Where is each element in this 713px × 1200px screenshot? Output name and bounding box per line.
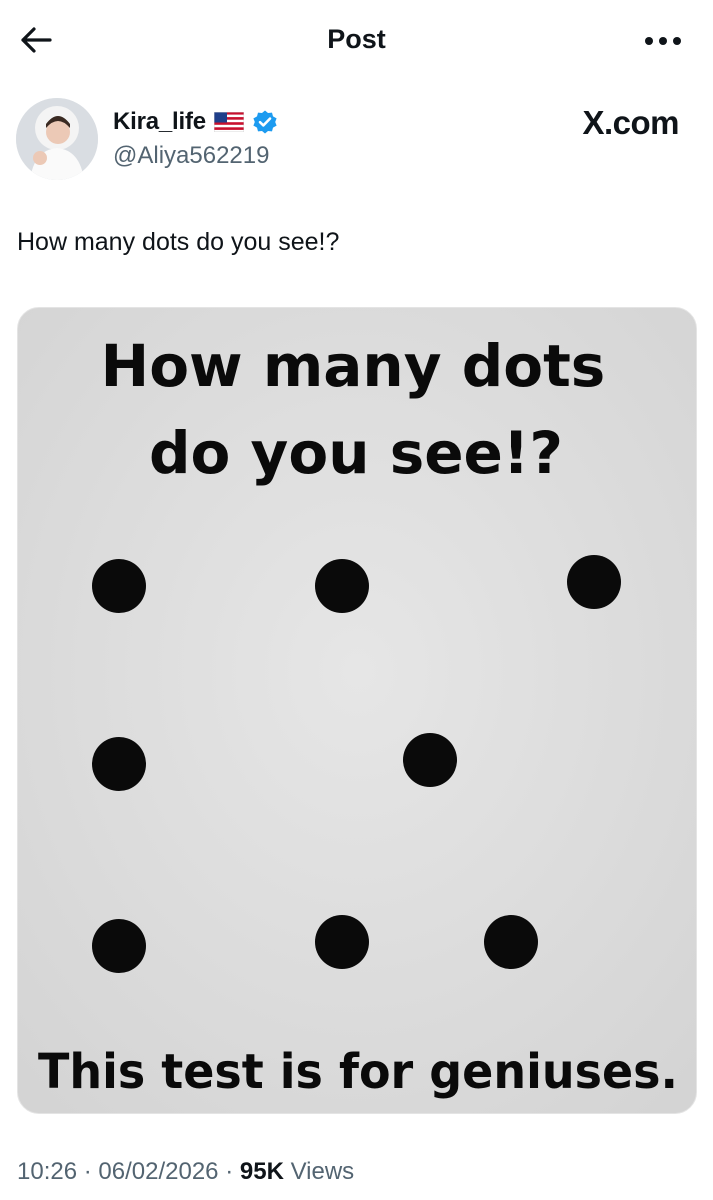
avatar-photo <box>16 98 98 180</box>
post-text: How many dots do you see!? <box>17 228 340 256</box>
us-flag-icon <box>213 112 244 132</box>
views-label: Views <box>290 1158 355 1185</box>
post-time[interactable]: 10:26 <box>17 1158 77 1185</box>
image-footer-text: This test is for geniuses. <box>38 1044 678 1100</box>
avatar[interactable] <box>16 98 98 180</box>
image-heading-line2: do you see!? <box>149 419 563 487</box>
author-handle[interactable]: @Aliya562219 <box>113 142 278 170</box>
dot <box>92 559 146 613</box>
verified-badge-icon <box>253 110 277 134</box>
dot <box>92 919 146 973</box>
views-count[interactable]: 95K <box>240 1158 284 1185</box>
post-image[interactable]: How many dots do you see!? This test is … <box>17 307 697 1114</box>
arrow-left-icon <box>21 27 52 53</box>
page-title: Post <box>327 24 386 54</box>
x-com-watermark: X.com <box>582 104 679 141</box>
dots-puzzle-image: How many dots do you see!? This test is … <box>18 308 696 1113</box>
dot <box>92 737 146 791</box>
dot <box>484 915 538 969</box>
post-author: Kira_life @Aliya562219 <box>113 104 278 170</box>
image-heading-line1: How many dots <box>101 332 606 400</box>
meta-separator: · <box>225 1158 234 1185</box>
dot <box>403 733 457 787</box>
meta-separator: · <box>83 1158 92 1185</box>
dot <box>315 559 369 613</box>
dot <box>567 555 621 609</box>
dot <box>315 915 369 969</box>
post-date[interactable]: 06/02/2026 <box>98 1158 218 1185</box>
more-options-button[interactable] <box>637 26 689 56</box>
author-display-name[interactable]: Kira_life <box>113 108 206 136</box>
back-button[interactable] <box>14 20 58 60</box>
post-meta: 10:26 · 06/02/2026 · 95K Views <box>17 1158 354 1186</box>
top-bar: Post <box>0 0 713 82</box>
more-horizontal-icon <box>645 37 681 45</box>
